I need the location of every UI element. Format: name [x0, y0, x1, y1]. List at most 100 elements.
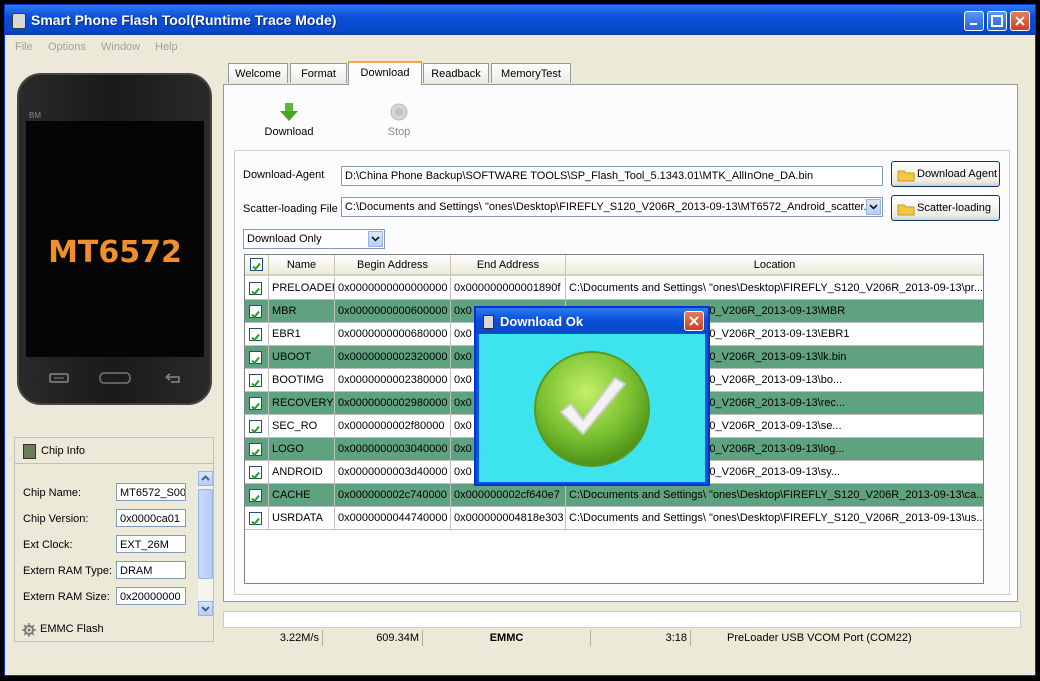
- app-icon: [12, 13, 26, 29]
- status-size: 609.34M: [323, 630, 423, 646]
- scroll-down-button[interactable]: [198, 601, 213, 616]
- download-toolbar: Download Stop: [230, 92, 1010, 145]
- download-button[interactable]: Download: [254, 92, 324, 142]
- row-checkbox[interactable]: [249, 466, 262, 480]
- chip-info-title: Chip Info: [41, 445, 86, 457]
- check-icon: [251, 471, 260, 480]
- ram-size-field[interactable]: 0x20000000: [116, 587, 186, 605]
- download-mode-value: Download Only: [247, 233, 322, 245]
- scatter-dropdown-arrow[interactable]: [866, 199, 881, 215]
- cell-begin: 0x0000000002980000: [335, 392, 451, 415]
- row-checkbox-cell[interactable]: [245, 484, 269, 507]
- dialog-close-button[interactable]: [684, 311, 704, 331]
- gear-icon: [22, 623, 36, 637]
- row-checkbox-cell[interactable]: [245, 323, 269, 346]
- cell-end: 0x000000000001890f: [451, 277, 566, 300]
- chip-info-scrollbar[interactable]: [198, 471, 213, 616]
- progress-bar: [223, 611, 1021, 628]
- row-checkbox-cell[interactable]: [245, 415, 269, 438]
- tab-format[interactable]: Format: [290, 63, 347, 83]
- scroll-thumb[interactable]: [198, 489, 213, 579]
- cell-name: BOOTIMG: [269, 369, 335, 392]
- dialog-title-bar[interactable]: Download Ok: [476, 308, 708, 334]
- col-begin-header[interactable]: Begin Address: [335, 255, 451, 276]
- row-checkbox-cell[interactable]: [245, 369, 269, 392]
- download-arrow-icon: [280, 103, 298, 121]
- table-row[interactable]: PRELOADER 0x0000000000000000 0x00000000000…: [245, 277, 983, 300]
- row-checkbox-cell[interactable]: [245, 277, 269, 300]
- row-checkbox[interactable]: [249, 443, 262, 457]
- mode-dropdown-arrow[interactable]: [368, 231, 383, 247]
- row-checkbox[interactable]: [249, 282, 262, 296]
- row-checkbox[interactable]: [249, 489, 262, 503]
- row-checkbox-cell[interactable]: [245, 461, 269, 484]
- check-icon: [251, 356, 260, 365]
- chip-name-field[interactable]: MT6572_S00: [116, 483, 186, 501]
- tab-download[interactable]: Download: [348, 61, 422, 85]
- table-row[interactable]: CACHE 0x000000002c740000 0x000000002cf640e…: [245, 484, 983, 507]
- phone-screen: MT6572: [26, 121, 204, 357]
- tab-memorytest[interactable]: MemoryTest: [491, 63, 571, 83]
- row-checkbox[interactable]: [249, 305, 262, 319]
- cell-name: RECOVERY: [269, 392, 335, 415]
- row-checkbox-cell[interactable]: [245, 438, 269, 461]
- menu-window[interactable]: Window: [101, 41, 140, 53]
- select-all-header[interactable]: [245, 255, 269, 276]
- row-checkbox[interactable]: [249, 351, 262, 365]
- close-button[interactable]: [1010, 11, 1030, 31]
- success-check-icon: [534, 351, 650, 467]
- row-checkbox-cell[interactable]: [245, 346, 269, 369]
- select-all-checkbox[interactable]: [250, 258, 263, 271]
- col-end-header[interactable]: End Address: [451, 255, 566, 276]
- download-mode-select[interactable]: Download Only: [243, 229, 385, 249]
- ram-type-field[interactable]: DRAM: [116, 561, 186, 579]
- scroll-up-button[interactable]: [198, 471, 213, 486]
- col-location-header[interactable]: Location: [566, 255, 983, 276]
- chip-version-label: Chip Version:: [23, 513, 89, 525]
- title-bar[interactable]: Smart Phone Flash Tool(Runtime Trace Mod…: [5, 5, 1035, 35]
- row-checkbox[interactable]: [249, 512, 262, 526]
- cell-begin: 0x0000000000000000: [335, 277, 451, 300]
- scatter-file-dropdown[interactable]: C:\Documents and Settings\ "ones\Desktop…: [341, 197, 883, 217]
- download-agent-button[interactable]: Download Agent: [891, 161, 1000, 187]
- row-checkbox[interactable]: [249, 328, 262, 342]
- phone-brand: BM: [29, 111, 41, 120]
- cell-name: CACHE: [269, 484, 335, 507]
- chip-model-text: MT6572: [48, 235, 182, 270]
- cell-name: LOGO: [269, 438, 335, 461]
- chip-info-header[interactable]: Chip Info: [15, 438, 213, 464]
- download-agent-path-field[interactable]: D:\China Phone Backup\SOFTWARE TOOLS\SP_…: [341, 166, 883, 186]
- menu-help[interactable]: Help: [155, 41, 178, 53]
- stop-button[interactable]: Stop: [364, 92, 434, 142]
- check-icon: [251, 287, 260, 296]
- scatter-loading-button[interactable]: Scatter-loading: [891, 195, 1000, 221]
- row-checkbox[interactable]: [249, 397, 262, 411]
- row-checkbox-cell[interactable]: [245, 392, 269, 415]
- row-checkbox[interactable]: [249, 374, 262, 388]
- cell-begin: 0x0000000003040000: [335, 438, 451, 461]
- menu-file[interactable]: File: [15, 41, 33, 53]
- table-row[interactable]: USRDATA 0x0000000044740000 0x000000004818e…: [245, 507, 983, 530]
- check-icon: [251, 333, 260, 342]
- col-name-header[interactable]: Name: [269, 255, 335, 276]
- emmc-flash-item[interactable]: EMMC Flash: [14, 620, 214, 642]
- status-port: PreLoader USB VCOM Port (COM22): [727, 632, 912, 644]
- tab-readback[interactable]: Readback: [423, 63, 489, 83]
- status-time: 3:18: [591, 630, 691, 646]
- folder-icon: [897, 170, 915, 182]
- row-checkbox-cell[interactable]: [245, 300, 269, 323]
- download-agent-label: Download-Agent: [243, 169, 325, 181]
- cell-name: UBOOT: [269, 346, 335, 369]
- row-checkbox[interactable]: [249, 420, 262, 434]
- maximize-button[interactable]: [987, 11, 1007, 31]
- ext-clock-field[interactable]: EXT_26M: [116, 535, 186, 553]
- check-icon: [251, 379, 260, 388]
- chip-version-field[interactable]: 0x0000ca01: [116, 509, 186, 527]
- cell-name: EBR1: [269, 323, 335, 346]
- menu-options[interactable]: Options: [48, 41, 86, 53]
- cell-location: C:\Documents and Settings\ "ones\Desktop…: [566, 277, 983, 300]
- minimize-button[interactable]: [964, 11, 984, 31]
- tab-welcome[interactable]: Welcome: [228, 63, 288, 83]
- status-storage: EMMC: [423, 630, 591, 646]
- row-checkbox-cell[interactable]: [245, 507, 269, 530]
